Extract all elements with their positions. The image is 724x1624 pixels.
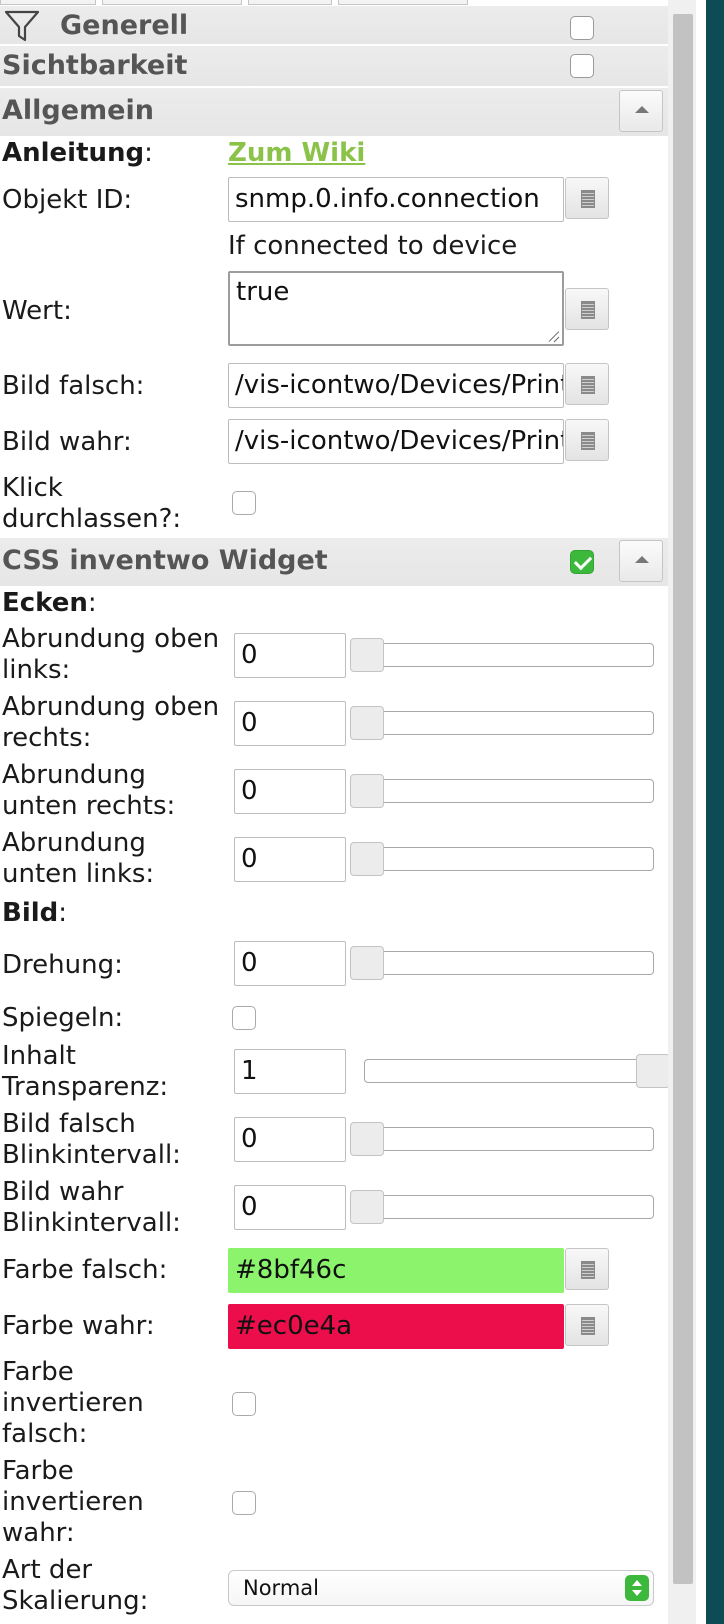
resize-handle-icon[interactable]: [547, 329, 559, 341]
object-picker-icon[interactable]: [565, 288, 609, 330]
filter-icon: [4, 10, 40, 42]
object-picker-icon[interactable]: [565, 363, 609, 405]
slider-handle[interactable]: [350, 774, 384, 808]
ecken-heading: Ecken:: [2, 588, 97, 618]
radius-bottom-right-field[interactable]: 0: [234, 769, 346, 814]
slider-handle[interactable]: [350, 1122, 384, 1156]
chevron-up-icon[interactable]: [619, 90, 663, 132]
objekt-id-field[interactable]: snmp.0.info.connection: [228, 177, 564, 222]
section-css-inventwo[interactable]: CSS inventwo Widget: [0, 538, 668, 586]
objekt-id-hint: If connected to device: [228, 231, 518, 261]
wert-textarea[interactable]: true: [228, 271, 564, 346]
tab[interactable]: [338, 0, 468, 5]
bild-heading: Bild:: [2, 898, 68, 928]
wert-value: true: [236, 277, 290, 307]
invert-wahr-label: Farbe invertieren wahr:: [2, 1456, 144, 1548]
radius-top-right-label: Abrundung oben rechts:: [2, 692, 220, 753]
slider-handle[interactable]: [350, 638, 384, 672]
section-title: CSS inventwo Widget: [2, 545, 328, 576]
skalierung-selected: Normal: [243, 1576, 319, 1600]
sichtbarkeit-checkbox[interactable]: [570, 54, 594, 78]
radius-bottom-left-slider[interactable]: [350, 847, 654, 871]
spiegeln-checkbox[interactable]: [232, 1006, 256, 1030]
invert-falsch-checkbox[interactable]: [232, 1392, 256, 1416]
klick-durchlassen-label: Klick durchlassen?:: [2, 473, 182, 534]
bild-falsch-field[interactable]: /vis-icontwo/Devices/Printer.svg: [228, 363, 564, 408]
bild-falsch-blink-slider[interactable]: [350, 1127, 654, 1151]
radius-top-right-field[interactable]: 0: [234, 701, 346, 746]
chevron-up-icon[interactable]: [619, 540, 663, 582]
farbe-wahr-field[interactable]: #ec0e4a: [228, 1304, 564, 1349]
radius-bottom-left-field[interactable]: 0: [234, 837, 346, 882]
drehung-field[interactable]: 0: [234, 941, 346, 986]
select-arrows-icon: [625, 1575, 649, 1601]
slider-handle[interactable]: [350, 706, 384, 740]
inhalt-transparenz-slider[interactable]: [364, 1059, 668, 1083]
drehung-slider[interactable]: [350, 951, 654, 975]
spiegeln-label: Spiegeln:: [2, 1003, 124, 1033]
color-picker-icon[interactable]: [565, 1304, 609, 1346]
window-edge: [706, 0, 724, 1624]
bild-falsch-label: Bild falsch:: [2, 371, 145, 401]
inhalt-transparenz-field[interactable]: 1: [234, 1049, 346, 1094]
radius-bottom-left-label: Abrundung unten links:: [2, 828, 155, 889]
tab[interactable]: [248, 0, 332, 5]
tab[interactable]: [102, 0, 242, 5]
bild-wahr-blink-field[interactable]: 0: [234, 1185, 346, 1230]
slider-handle[interactable]: [636, 1054, 670, 1088]
bild-falsch-blink-field[interactable]: 0: [234, 1117, 346, 1162]
radius-top-left-field[interactable]: 0: [234, 633, 346, 678]
radius-bottom-right-label: Abrundung unten rechts:: [2, 760, 176, 821]
radius-top-right-slider[interactable]: [350, 711, 654, 735]
radius-top-left-label: Abrundung oben links:: [2, 624, 220, 685]
drehung-label: Drehung:: [2, 950, 123, 980]
wert-label: Wert:: [2, 296, 72, 326]
scrollbar[interactable]: [668, 0, 696, 1624]
invert-falsch-label: Farbe invertieren falsch:: [2, 1357, 144, 1449]
section-sichtbarkeit[interactable]: Sichtbarkeit: [0, 46, 668, 86]
radius-bottom-right-slider[interactable]: [350, 779, 654, 803]
section-generell[interactable]: Generell: [0, 6, 668, 44]
section-title: Allgemein: [2, 95, 154, 126]
invert-wahr-checkbox[interactable]: [232, 1491, 256, 1515]
farbe-wahr-label: Farbe wahr:: [2, 1311, 155, 1341]
css-widget-checkbox[interactable]: [570, 550, 594, 574]
object-picker-icon[interactable]: [565, 419, 609, 461]
wiki-link[interactable]: Zum Wiki: [228, 138, 365, 168]
slider-handle[interactable]: [350, 1190, 384, 1224]
bild-wahr-field[interactable]: /vis-icontwo/Devices/Printer.svg: [228, 419, 564, 464]
generell-checkbox[interactable]: [570, 16, 594, 40]
radius-top-left-slider[interactable]: [350, 643, 654, 667]
section-title: Sichtbarkeit: [2, 50, 188, 81]
section-allgemein[interactable]: Allgemein: [0, 88, 668, 136]
scrollbar-thumb[interactable]: [673, 14, 693, 1584]
bild-wahr-label: Bild wahr:: [2, 427, 132, 457]
tab[interactable]: [0, 0, 96, 5]
klick-durchlassen-checkbox[interactable]: [232, 491, 256, 515]
skalierung-label: Art der Skalierung:: [2, 1555, 149, 1616]
inhalt-transparenz-label: Inhalt Transparenz:: [2, 1041, 169, 1102]
widget-properties-panel: Generell Sichtbarkeit Allgemein Anleitun…: [0, 0, 670, 1624]
color-picker-icon[interactable]: [565, 1248, 609, 1290]
bild-wahr-blink-label: Bild wahr Blinkintervall:: [2, 1177, 181, 1238]
objekt-id-label: Objekt ID:: [2, 185, 133, 215]
anleitung-label: Anleitung:: [2, 138, 153, 168]
slider-handle[interactable]: [350, 842, 384, 876]
skalierung-select[interactable]: Normal: [228, 1570, 654, 1606]
farbe-falsch-label: Farbe falsch:: [2, 1255, 168, 1285]
bild-falsch-blink-label: Bild falsch Blinkintervall:: [2, 1109, 181, 1170]
object-picker-icon[interactable]: [565, 177, 609, 219]
section-title: Generell: [60, 10, 189, 41]
farbe-falsch-field[interactable]: #8bf46c: [228, 1248, 564, 1293]
bild-wahr-blink-slider[interactable]: [350, 1195, 654, 1219]
slider-handle[interactable]: [350, 946, 384, 980]
